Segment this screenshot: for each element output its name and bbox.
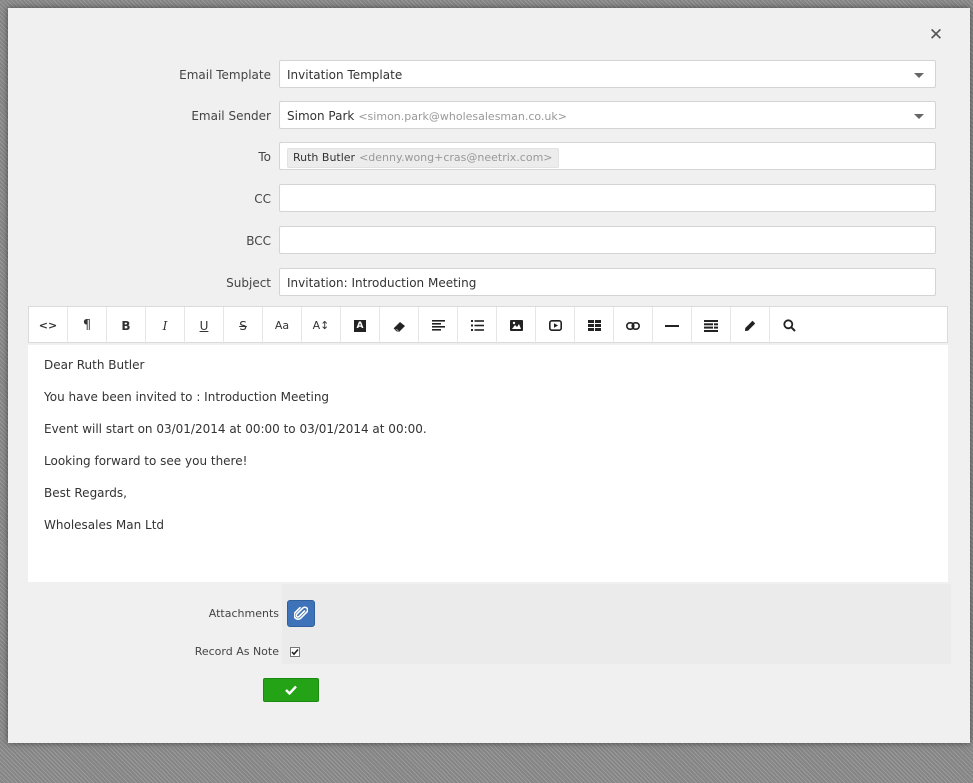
link-button[interactable]: [614, 307, 653, 344]
record-note-checkbox[interactable]: [290, 647, 300, 657]
to-row: To Ruth Butler <denny.wong+cras@neetrix.c…: [16, 142, 943, 172]
bold-icon: B: [121, 318, 131, 333]
list-button[interactable]: [458, 307, 497, 344]
template-select[interactable]: Invitation Template: [279, 60, 936, 88]
list-icon: [470, 320, 484, 331]
to-field[interactable]: Ruth Butler <denny.wong+cras@neetrix.com>: [279, 142, 936, 170]
line-height-icon: A↕: [312, 319, 330, 332]
bcc-label: BCC: [246, 234, 271, 248]
cc-row: CC: [16, 184, 943, 214]
italic-icon: I: [162, 318, 168, 333]
underline-icon: U: [199, 318, 209, 333]
italic-button[interactable]: I: [146, 307, 185, 344]
align-button[interactable]: [419, 307, 458, 344]
line-height-button[interactable]: A↕: [302, 307, 341, 344]
eraser-button[interactable]: [380, 307, 419, 344]
template-icon: [704, 319, 718, 332]
attachments-label: Attachments: [208, 607, 279, 620]
cc-field[interactable]: [279, 184, 936, 212]
cc-label: CC: [254, 192, 271, 206]
font-color-button[interactable]: A: [341, 307, 380, 344]
image-icon: [509, 320, 523, 331]
search-button[interactable]: [770, 307, 809, 344]
checkmark-icon: [291, 648, 299, 656]
paragraph-button[interactable]: ¶: [68, 307, 107, 344]
chevron-down-icon: [914, 73, 924, 78]
underline-button[interactable]: U: [185, 307, 224, 344]
send-button[interactable]: [263, 678, 319, 702]
template-value: Invitation Template: [287, 68, 403, 82]
recipient-name: Ruth Butler: [293, 151, 356, 164]
sender-name: Simon Park: [287, 109, 355, 123]
font-color-icon: A: [354, 319, 366, 332]
horizontal-rule-icon: [665, 324, 679, 327]
to-label: To: [258, 150, 271, 164]
horizontal-rule-button[interactable]: [653, 307, 692, 344]
sender-email: <simon.park@wholesalesman.co.uk>: [358, 110, 567, 123]
paragraph-icon: ¶: [82, 318, 92, 333]
options-area: [282, 584, 951, 664]
editor-line: Looking forward to see you there!: [44, 454, 248, 468]
recipient-email: <denny.wong+cras@neetrix.com>: [359, 151, 553, 164]
table-icon: [587, 320, 601, 331]
video-icon: [548, 320, 562, 331]
pencil-icon: [745, 320, 756, 331]
editor-toolbar: <> ¶ B I U S Aa A↕ A: [28, 306, 948, 344]
search-icon: [783, 319, 796, 332]
subject-label: Subject: [226, 276, 271, 290]
editor-line: Best Regards,: [44, 486, 127, 500]
template-label: Email Template: [179, 68, 271, 82]
eraser-icon: [393, 321, 405, 331]
strikethrough-icon: S: [239, 318, 247, 333]
check-icon: [285, 685, 297, 695]
pencil-button[interactable]: [731, 307, 770, 344]
bold-button[interactable]: B: [107, 307, 146, 344]
chevron-down-icon: [914, 114, 924, 119]
paperclip-icon: [294, 606, 308, 620]
recipient-tag[interactable]: Ruth Butler <denny.wong+cras@neetrix.com>: [287, 148, 559, 168]
editor-line: Dear Ruth Butler: [44, 358, 145, 372]
subject-field[interactable]: Invitation: Introduction Meeting: [279, 268, 936, 296]
sender-select[interactable]: Simon Park <simon.park@wholesalesman.co.u…: [279, 101, 936, 129]
template-button[interactable]: [692, 307, 731, 344]
code-view-button[interactable]: <>: [29, 307, 68, 344]
editor-line: Wholesales Man Ltd: [44, 518, 165, 532]
table-button[interactable]: [575, 307, 614, 344]
image-button[interactable]: [497, 307, 536, 344]
bcc-row: BCC: [16, 226, 943, 256]
font-size-button[interactable]: Aa: [263, 307, 302, 344]
editor-line: You have been invited to : Introduction …: [44, 390, 330, 404]
record-note-label: Record As Note: [194, 645, 279, 658]
template-row: Email Template Invitation Template: [16, 60, 943, 90]
strikethrough-button[interactable]: S: [224, 307, 263, 344]
attach-button[interactable]: [287, 600, 315, 627]
sender-label: Email Sender: [191, 109, 271, 123]
link-icon: [626, 321, 640, 330]
editor-line: Event will start on 03/01/2014 at 00:00 …: [44, 422, 427, 436]
bcc-field[interactable]: [279, 226, 936, 254]
align-left-icon: [431, 320, 445, 331]
code-icon: <>: [38, 319, 58, 332]
font-size-icon: Aa: [274, 319, 290, 332]
close-icon[interactable]: ✕: [928, 26, 944, 44]
editor-body[interactable]: Dear Ruth Butler You have been invited t…: [28, 345, 948, 582]
subject-row: Subject Invitation: Introduction Meeting: [16, 268, 943, 298]
video-button[interactable]: [536, 307, 575, 344]
sender-row: Email Sender Simon Park <simon.park@whole…: [16, 101, 943, 131]
